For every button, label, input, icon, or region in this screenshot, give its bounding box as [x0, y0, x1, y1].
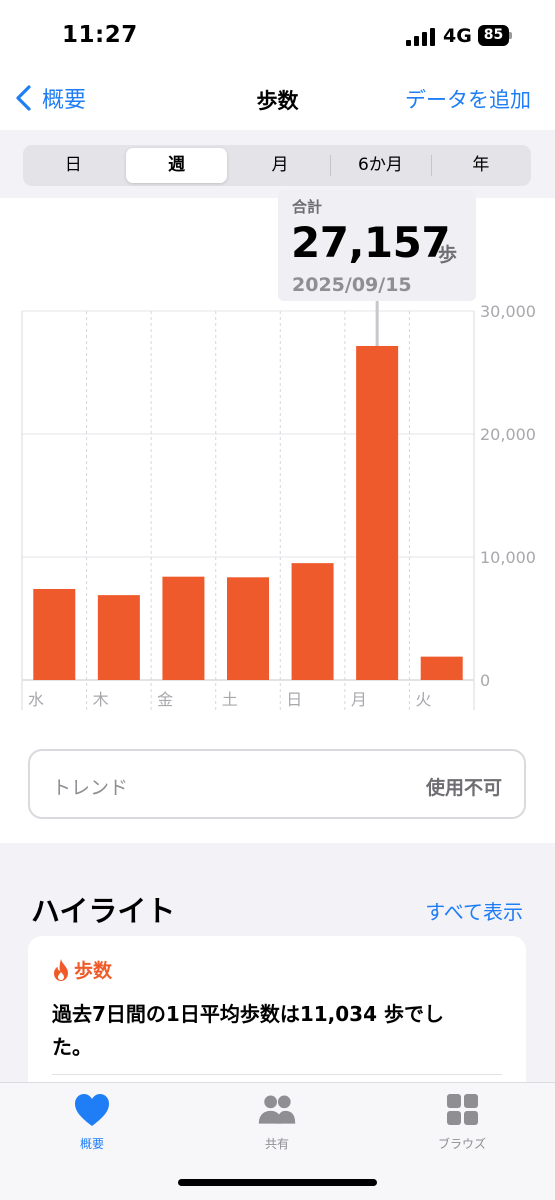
- home-indicator: [178, 1179, 377, 1186]
- tab-summary[interactable]: 概要: [32, 1091, 152, 1152]
- x-tick-label: 火: [415, 690, 431, 709]
- tooltip-value: 27,157: [291, 218, 451, 267]
- bar-5[interactable]: [356, 345, 399, 680]
- range-tab[interactable]: 日: [23, 145, 123, 186]
- x-tick-label: 水: [28, 690, 44, 709]
- people-icon: [258, 1095, 296, 1124]
- cellular-signal-icon: [406, 28, 436, 46]
- status-time: 11:27: [62, 22, 138, 48]
- bar-2[interactable]: [162, 576, 205, 680]
- show-all-button[interactable]: すべて表示: [425, 896, 523, 925]
- y-tick-label: 30,000: [480, 302, 536, 321]
- y-tick-label: 0: [480, 671, 490, 690]
- bar-1[interactable]: [97, 595, 140, 680]
- trend-label: トレンド: [52, 777, 129, 799]
- highlights-title: ハイライト: [31, 894, 176, 928]
- highlight-card[interactable]: 歩数 過去7日間の1日平均歩数は11,034 歩でした。: [28, 936, 526, 1106]
- range-tab[interactable]: 月: [230, 145, 330, 186]
- back-button[interactable]: 概要: [12, 82, 86, 114]
- tooltip-unit: 歩: [438, 244, 458, 266]
- range-tab[interactable]: 週: [126, 148, 227, 183]
- x-tick-label: 金: [157, 690, 173, 709]
- tab-sharing[interactable]: 共有: [217, 1091, 337, 1152]
- bar-4[interactable]: [291, 563, 334, 680]
- heart-icon: [75, 1094, 109, 1126]
- selected-bar-tooltip: 合計 27,157 歩 2025/09/15: [278, 190, 476, 301]
- card-divider: [52, 1074, 502, 1075]
- chevron-left-icon: [16, 85, 31, 111]
- x-tick-label: 木: [93, 690, 109, 709]
- highlight-text: 過去7日間の1日平均歩数は11,034 歩でした。: [52, 1002, 444, 1059]
- battery-level: 85: [478, 25, 509, 46]
- navigation-bar: 概要 歩数 データを追加: [0, 72, 555, 130]
- trend-card[interactable]: トレンド 使用不可: [28, 749, 526, 819]
- bar-0[interactable]: [33, 588, 76, 680]
- back-label: 概要: [42, 88, 87, 113]
- tab-browse[interactable]: ブラウズ: [402, 1091, 522, 1152]
- x-tick-label: 月: [351, 690, 367, 709]
- x-tick-label: 日: [286, 690, 302, 709]
- add-data-button[interactable]: データを追加: [405, 84, 531, 114]
- trend-status: 使用不可: [425, 777, 502, 799]
- y-tick-label: 20,000: [480, 425, 536, 444]
- x-tick-label: 土: [222, 690, 238, 709]
- tab-label: ブラウズ: [437, 1137, 486, 1151]
- time-range-selector: 日週月 6か月年: [23, 145, 531, 186]
- tooltip-label: 合計: [292, 198, 323, 216]
- range-tab[interactable]: 6か月: [330, 145, 430, 186]
- flame-icon: [54, 958, 68, 981]
- highlight-category: 歩数: [74, 960, 113, 982]
- battery-icon: 85: [478, 25, 512, 46]
- status-bar: 11:27 4G 85: [0, 0, 555, 72]
- highlight-card-header: 歩数: [52, 956, 112, 983]
- bar-6[interactable]: [420, 656, 463, 680]
- tab-label: 概要: [79, 1137, 104, 1151]
- range-tab[interactable]: 年: [430, 145, 531, 186]
- y-tick-label: 10,000: [480, 548, 536, 567]
- network-type: 4G: [443, 25, 472, 47]
- bar-3[interactable]: [227, 577, 269, 680]
- tooltip-date: 2025/09/15: [292, 274, 412, 296]
- tab-label: 共有: [264, 1137, 289, 1151]
- grid-icon: [447, 1094, 478, 1125]
